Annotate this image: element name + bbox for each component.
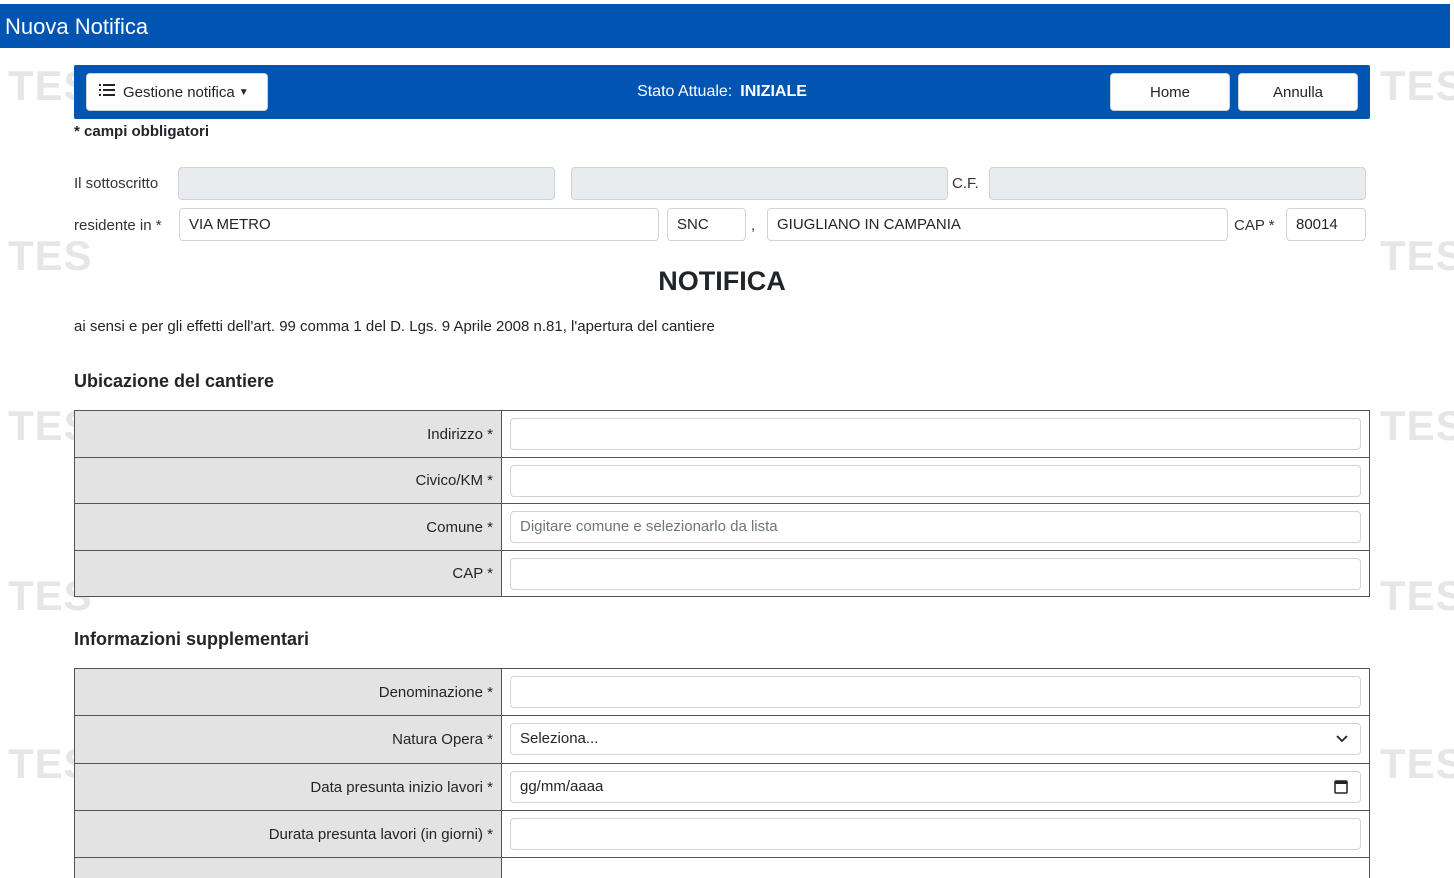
form-row-label: Comune * — [75, 504, 502, 550]
date-value: gg/mm/aaaa — [520, 778, 604, 795]
legal-reference: ai sensi e per gli effetti dell'art. 99 … — [74, 318, 715, 335]
extra-section-title: Informazioni supplementari — [74, 629, 310, 649]
cf-label: C.F. — [952, 175, 979, 192]
select-value: Seleziona... — [520, 730, 599, 747]
form-row: Indirizzo * — [75, 411, 1369, 458]
form-row: Durata presunta lavori (in giorni) * — [75, 811, 1369, 858]
form-row-label: Indirizzo * — [75, 411, 502, 457]
cap-field[interactable]: 80014 — [1286, 208, 1366, 241]
street-field[interactable]: VIA METRO — [179, 208, 659, 241]
site-section-title: Ubicazione del cantiere — [74, 371, 275, 391]
cap-label: CAP * — [1234, 217, 1275, 234]
durata-lavori-input[interactable] — [510, 818, 1361, 850]
form-row-label — [75, 858, 502, 878]
form-row — [75, 858, 1369, 878]
form-row: Natura Opera * Seleziona... — [75, 716, 1369, 764]
chevron-down-icon — [1336, 724, 1348, 765]
comune-input[interactable]: Digitare comune e selezionarlo da lista — [510, 511, 1361, 543]
cancel-button[interactable]: Annulla — [1238, 73, 1358, 111]
calendar-icon[interactable] — [1334, 772, 1348, 813]
toolbar: Gestione notifica ▼ Stato Attuale: INIZIA… — [74, 65, 1370, 119]
extra-info-table: Denominazione * Natura Opera * Seleziona… — [74, 668, 1370, 878]
form-row-label: Natura Opera * — [75, 716, 502, 763]
state-label: Stato Attuale: — [637, 83, 733, 100]
indirizzo-input[interactable] — [510, 418, 1361, 450]
name-field[interactable] — [571, 167, 948, 200]
form-row: CAP * — [75, 551, 1369, 596]
watermark: TES — [1380, 740, 1454, 787]
comma-separator: , — [751, 217, 756, 234]
site-cap-input[interactable] — [510, 558, 1361, 590]
state-value: INIZIALE — [740, 83, 807, 100]
form-row: Data presunta inizio lavori * gg/mm/aaaa — [75, 764, 1369, 811]
form-row: Denominazione * — [75, 669, 1369, 716]
app-header: Nuova Notifica — [0, 4, 1450, 48]
watermark: TES — [1380, 402, 1454, 449]
surname-field[interactable] — [178, 167, 555, 200]
fiscal-code-field[interactable] — [989, 167, 1366, 200]
form-row-value — [502, 858, 1369, 878]
form-row: Comune * Digitare comune e selezionarlo … — [75, 504, 1369, 551]
data-inizio-input[interactable]: gg/mm/aaaa — [510, 771, 1361, 803]
civico-input[interactable] — [510, 465, 1361, 497]
form-row-label: Durata presunta lavori (in giorni) * — [75, 811, 502, 857]
street-number-field[interactable]: SNC — [667, 208, 746, 241]
form-row-label: Data presunta inizio lavori * — [75, 764, 502, 810]
natura-opera-select[interactable]: Seleziona... — [510, 723, 1361, 755]
site-location-table: Indirizzo * Civico/KM * Comune * Digitar… — [74, 410, 1370, 597]
watermark: TES — [1380, 572, 1454, 619]
page-title: NOTIFICA — [658, 266, 786, 296]
required-fields-note: * campi obbligatori — [74, 123, 210, 140]
home-button[interactable]: Home — [1110, 73, 1230, 111]
form-row-label: CAP * — [75, 551, 502, 596]
city-field[interactable]: GIUGLIANO IN CAMPANIA — [767, 208, 1228, 241]
form-row: Civico/KM * — [75, 458, 1369, 504]
resident-label: residente in * — [74, 217, 162, 234]
undersigned-label: Il sottoscritto — [74, 175, 159, 192]
form-row-label: Denominazione * — [75, 669, 502, 715]
app-title: Nuova Notifica — [5, 14, 149, 39]
denominazione-input[interactable] — [510, 676, 1361, 708]
watermark: TES — [1380, 62, 1454, 109]
form-row-label: Civico/KM * — [75, 458, 502, 503]
